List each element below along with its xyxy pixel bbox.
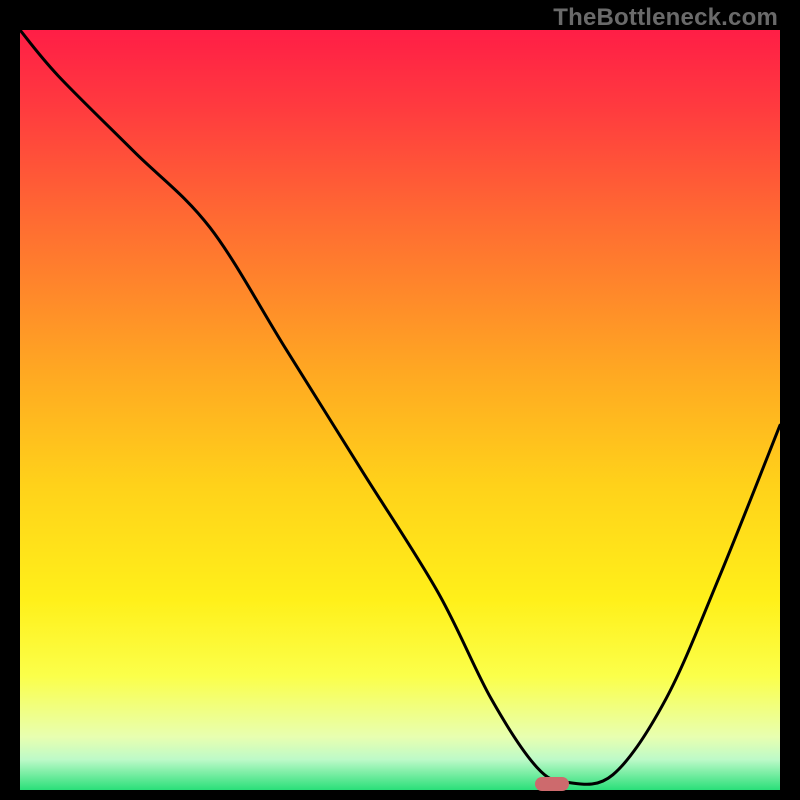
chart-frame: [20, 30, 780, 790]
chart-curve-svg: [20, 30, 780, 790]
optimal-marker: [535, 777, 569, 791]
attribution-text: TheBottleneck.com: [553, 4, 778, 32]
bottleneck-curve: [20, 30, 780, 784]
